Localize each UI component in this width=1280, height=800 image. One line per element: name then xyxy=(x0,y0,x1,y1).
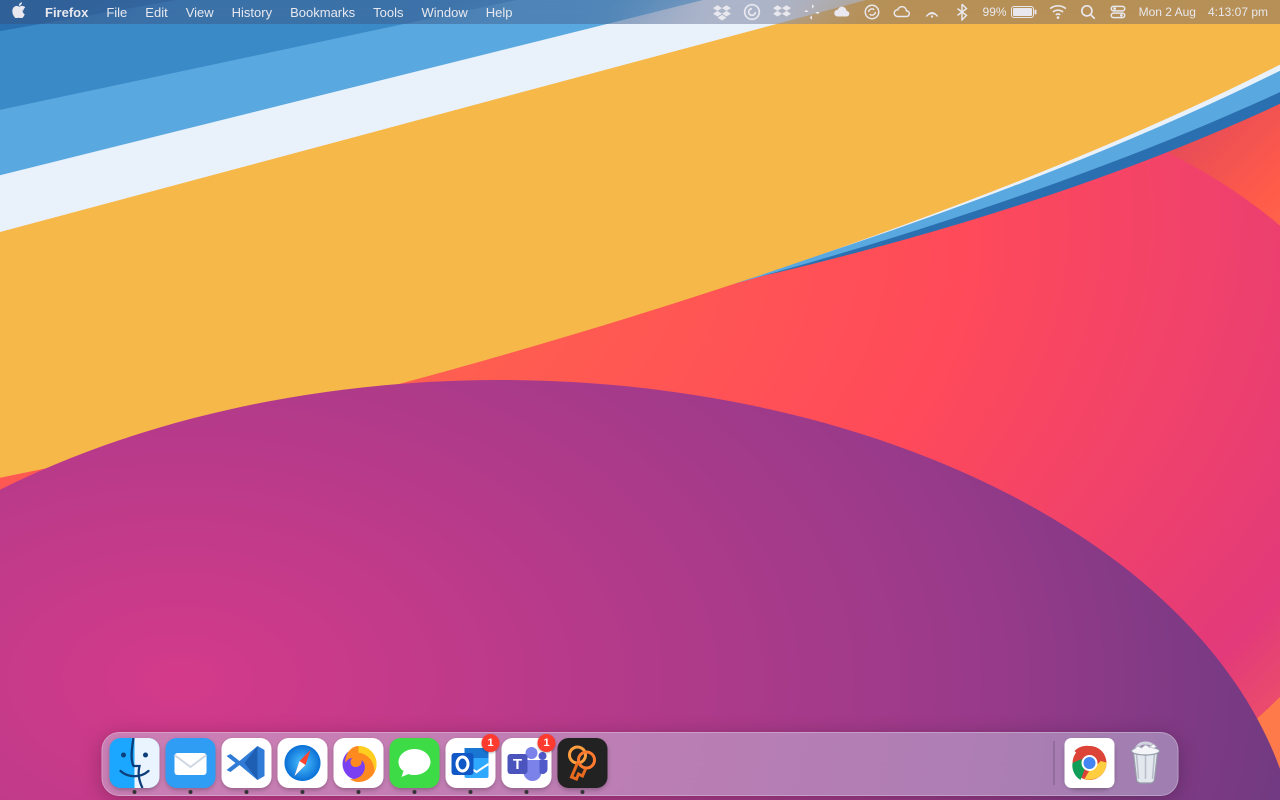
menu-window[interactable]: Window xyxy=(413,5,477,20)
running-indicator xyxy=(413,790,417,794)
dock-app-firefox[interactable] xyxy=(334,738,384,788)
safari-icon xyxy=(278,738,328,788)
dock: 1 T 1 xyxy=(102,732,1179,796)
dock-app-vscode[interactable] xyxy=(222,738,272,788)
dock-separator xyxy=(1054,741,1055,785)
firefox-icon xyxy=(334,738,384,788)
running-indicator xyxy=(301,790,305,794)
grammarly-icon[interactable] xyxy=(743,3,761,21)
dock-app-messages[interactable] xyxy=(390,738,440,788)
menu-bookmarks[interactable]: Bookmarks xyxy=(281,5,364,20)
menu-edit[interactable]: Edit xyxy=(136,5,176,20)
menu-view[interactable]: View xyxy=(177,5,223,20)
chrome-icon xyxy=(1065,738,1115,788)
dock-app-keychain[interactable] xyxy=(558,738,608,788)
bluetooth-icon[interactable] xyxy=(953,3,971,21)
finder-icon xyxy=(110,738,160,788)
dock-app-teams[interactable]: T 1 xyxy=(502,738,552,788)
menubar-app-name[interactable]: Firefox xyxy=(36,5,97,20)
sync-icon[interactable] xyxy=(803,3,821,21)
badge: 1 xyxy=(482,734,500,752)
battery-percent-label: 99% xyxy=(983,5,1007,19)
badge: 1 xyxy=(538,734,556,752)
menubar-date[interactable]: Mon 2 Aug xyxy=(1139,5,1196,19)
search-icon[interactable] xyxy=(1079,3,1097,21)
sync-circle-icon[interactable] xyxy=(863,3,881,21)
running-indicator xyxy=(245,790,249,794)
running-indicator xyxy=(525,790,529,794)
trash-icon xyxy=(1121,736,1171,791)
network-icon[interactable] xyxy=(923,3,941,21)
wifi-icon[interactable] xyxy=(1049,3,1067,21)
running-indicator xyxy=(357,790,361,794)
cloud-icon[interactable] xyxy=(833,3,851,21)
apple-menu-icon[interactable] xyxy=(12,2,36,22)
dock-recent-chrome[interactable] xyxy=(1065,738,1115,788)
control-center-icon[interactable] xyxy=(1109,3,1127,21)
desktop-wallpaper[interactable] xyxy=(0,0,1280,800)
keychain-icon xyxy=(558,738,608,788)
running-indicator xyxy=(581,790,585,794)
dock-app-mail[interactable] xyxy=(166,738,216,788)
menu-help[interactable]: Help xyxy=(477,5,522,20)
battery-icon xyxy=(1011,6,1037,18)
mail-icon xyxy=(166,738,216,788)
menubar-time[interactable]: 4:13:07 pm xyxy=(1208,5,1268,19)
menubar-right: 99% Mon 2 Aug 4:13:07 pm xyxy=(713,3,1268,21)
running-indicator xyxy=(133,790,137,794)
vscode-icon xyxy=(222,738,272,788)
menu-history[interactable]: History xyxy=(223,5,281,20)
svg-text:T: T xyxy=(513,756,522,773)
menu-file[interactable]: File xyxy=(97,5,136,20)
menubar: Firefox File Edit View History Bookmarks… xyxy=(0,0,1280,24)
dock-container: 1 T 1 xyxy=(102,732,1179,796)
cloud-outline-icon[interactable] xyxy=(893,3,911,21)
dock-app-safari[interactable] xyxy=(278,738,328,788)
dropbox-alt-icon[interactable] xyxy=(773,3,791,21)
running-indicator xyxy=(469,790,473,794)
messages-icon xyxy=(390,738,440,788)
dropbox-icon[interactable] xyxy=(713,3,731,21)
dock-app-finder[interactable] xyxy=(110,738,160,788)
running-indicator xyxy=(189,790,193,794)
dock-trash[interactable] xyxy=(1121,738,1171,788)
dock-app-outlook[interactable]: 1 xyxy=(446,738,496,788)
menubar-left: Firefox File Edit View History Bookmarks… xyxy=(12,2,522,22)
menu-tools[interactable]: Tools xyxy=(364,5,412,20)
battery-status[interactable]: 99% xyxy=(983,5,1037,19)
